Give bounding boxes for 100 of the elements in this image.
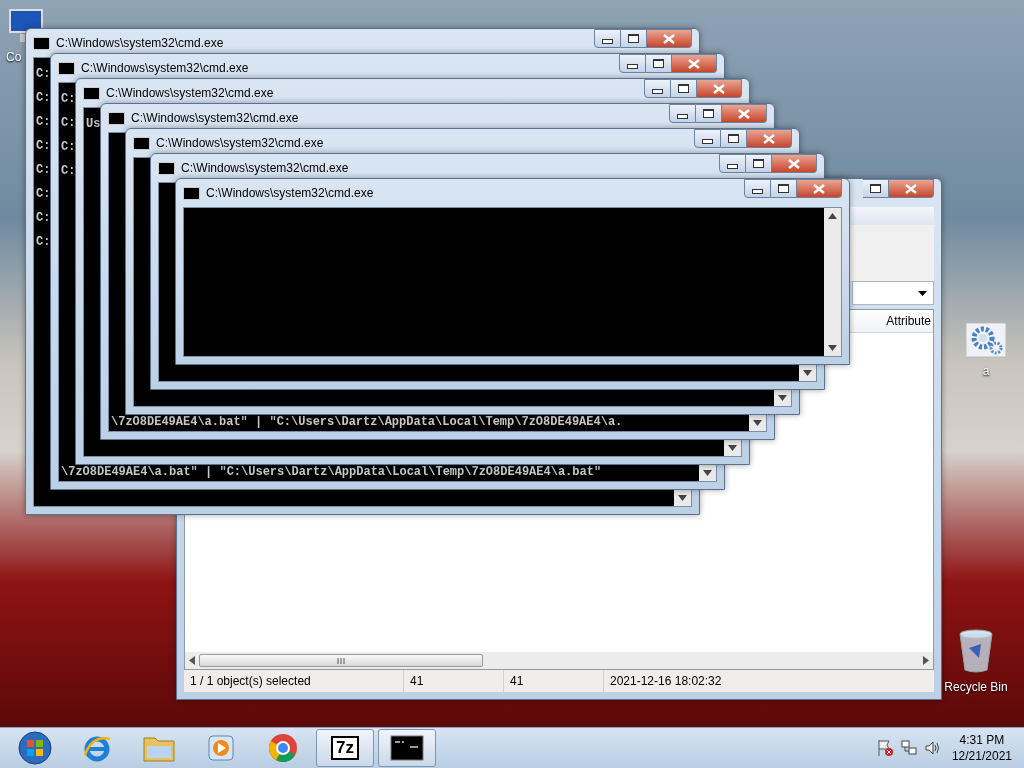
window-title: C:\Windows\system32\cmd.exe [81, 61, 250, 75]
scroll-down-icon [678, 495, 687, 501]
start-orb-icon [18, 731, 52, 765]
scrollbar-track[interactable] [799, 365, 816, 381]
scroll-up-icon [828, 213, 837, 219]
status-text: 41 [404, 670, 504, 692]
console-line: C: [36, 90, 51, 107]
trash-bin-icon [957, 628, 995, 674]
close-icon [763, 133, 775, 144]
status-text: 41 [504, 670, 604, 692]
close-icon [813, 183, 825, 194]
maximize-button[interactable] [863, 179, 889, 198]
console-line: \7zO8DE49AE4\a.bat" | "C:\Users\Dartz\AppData\Local\Temp\7zO8DE49AE4\a. [111, 415, 623, 429]
scroll-thumb[interactable] [199, 654, 483, 667]
minimize-icon [727, 164, 738, 169]
maximize-button[interactable] [671, 79, 697, 98]
close-button[interactable] [772, 154, 817, 173]
scrollbar-track[interactable] [699, 465, 716, 481]
maximize-icon [653, 59, 664, 68]
scroll-left-icon [189, 656, 195, 665]
console-line: C: [61, 139, 76, 156]
flag-warning-icon[interactable] [875, 739, 894, 757]
console-line: \7zO8DE49AE4\a.bat" | "C:\Users\Dartz\AppData\Local\Temp\7zO8DE49AE4\a.bat" [61, 465, 602, 479]
gear-icon [965, 322, 1007, 358]
close-button[interactable] [647, 29, 692, 48]
minimize-button[interactable] [644, 79, 671, 98]
column-header[interactable]: Attribute [886, 314, 933, 328]
scrollbar-track[interactable] [749, 415, 766, 431]
close-icon [738, 108, 750, 119]
minimize-icon [602, 39, 613, 44]
minimize-button[interactable] [694, 129, 721, 148]
maximize-button[interactable] [621, 29, 647, 48]
console-icon [83, 86, 100, 100]
play-icon [207, 734, 235, 762]
horizontal-scrollbar[interactable] [185, 652, 933, 669]
close-button[interactable] [889, 179, 934, 198]
window-title: C:\Windows\system32\cmd.exe [156, 136, 325, 150]
scroll-down-icon [828, 345, 837, 351]
close-icon [663, 33, 675, 44]
maximize-icon [728, 134, 739, 143]
console-line: C: [36, 210, 51, 227]
scrollbar-track[interactable] [774, 390, 791, 406]
console-icon [58, 61, 75, 75]
address-field[interactable] [852, 281, 934, 305]
maximize-icon [753, 159, 764, 168]
speaker-icon[interactable] [923, 739, 942, 757]
vertical-scrollbar[interactable] [824, 208, 841, 356]
minimize-icon [752, 189, 763, 194]
maximize-button[interactable] [771, 179, 797, 198]
window-title: C:\Windows\system32\cmd.exe [181, 161, 350, 175]
minimize-button[interactable] [619, 54, 646, 73]
console-line: Us [86, 116, 101, 133]
scrollbar-track[interactable] [674, 490, 691, 506]
console-line: C: [36, 186, 51, 203]
window-title: C:\Windows\system32\cmd.exe [206, 186, 375, 200]
close-button[interactable] [672, 54, 717, 73]
taskbar-button[interactable]: 7z [316, 729, 374, 767]
console-icon [158, 161, 175, 175]
app-logo: 7z [331, 736, 359, 760]
minimize-icon [627, 64, 638, 69]
close-icon [788, 158, 800, 169]
console-line: C: [36, 114, 51, 131]
maximize-icon [628, 34, 639, 43]
scroll-down-icon [803, 370, 812, 376]
scroll-down-icon [703, 470, 712, 476]
desktop-icon-label[interactable]: Recycle Bin [944, 680, 1008, 694]
status-text: 1 / 1 object(s) selected [184, 670, 404, 692]
console-line: C: [36, 234, 51, 251]
network-icon[interactable] [899, 739, 918, 757]
circle-logo-icon [268, 733, 298, 763]
console-icon [108, 111, 125, 125]
console-icon [33, 36, 50, 50]
console-icon [183, 186, 200, 200]
maximize-button[interactable] [746, 154, 772, 173]
close-button[interactable] [697, 79, 742, 98]
minimize-button[interactable] [744, 179, 771, 198]
scroll-down-icon [778, 395, 787, 401]
scrollbar-track[interactable] [724, 440, 741, 456]
minimize-button[interactable] [669, 104, 696, 123]
maximize-button[interactable] [646, 54, 672, 73]
minimize-button[interactable] [594, 29, 621, 48]
console-line: C: [61, 163, 76, 180]
console-line: C: [61, 91, 76, 108]
scroll-down-icon [753, 420, 762, 426]
maximize-icon [870, 184, 881, 193]
taskbar-button[interactable] [378, 729, 436, 767]
minimize-icon [677, 114, 688, 119]
window-title: C:\Windows\system32\cmd.exe [131, 111, 300, 125]
maximize-button[interactable] [721, 129, 747, 148]
close-button[interactable] [722, 104, 767, 123]
window-title: C:\Windows\system32\cmd.exe [56, 36, 225, 50]
clock[interactable]: 4:31 PM 12/21/2021 [951, 732, 1012, 764]
minimize-button[interactable] [719, 154, 746, 173]
close-button[interactable] [747, 129, 792, 148]
maximize-button[interactable] [696, 104, 722, 123]
scroll-down-icon [728, 445, 737, 451]
status-text: 2021-12-16 18:02:32 [609, 673, 723, 690]
maximize-icon [678, 84, 689, 93]
close-button[interactable] [797, 179, 842, 198]
minimize-icon [652, 89, 663, 94]
